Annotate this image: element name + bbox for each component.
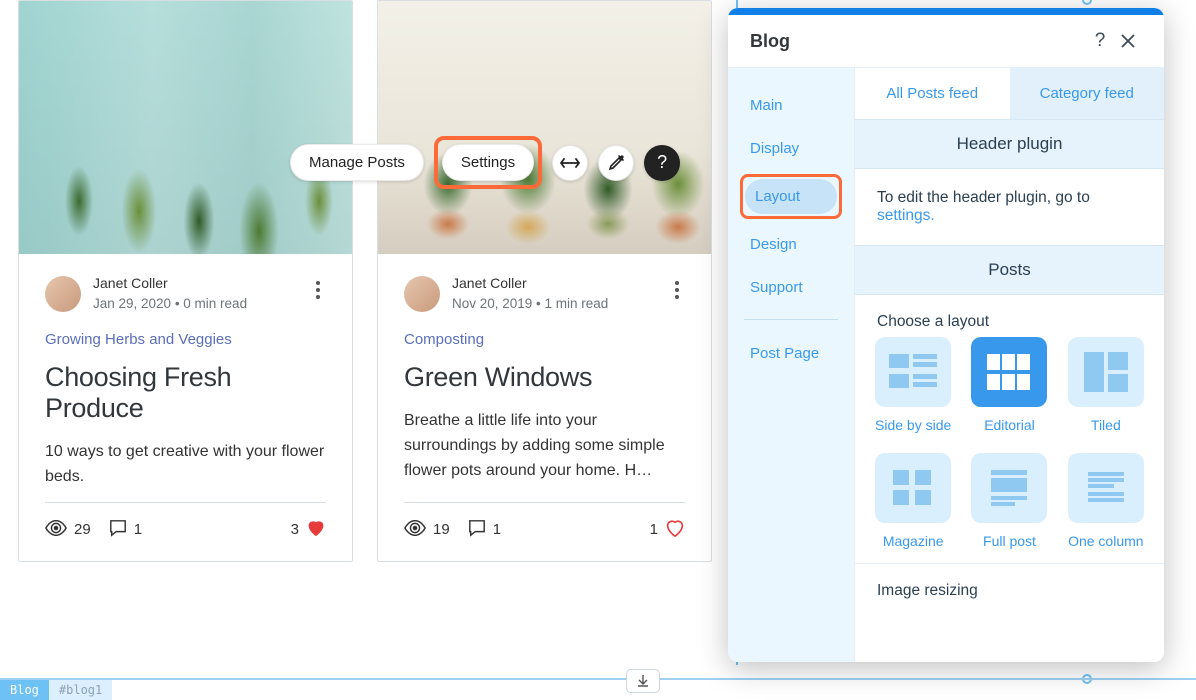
layout-label: Editorial bbox=[984, 417, 1035, 433]
likes-stat[interactable]: 3 bbox=[291, 519, 326, 541]
eye-icon bbox=[404, 520, 426, 540]
nav-divider bbox=[744, 319, 838, 320]
comment-icon bbox=[109, 519, 127, 541]
layout-tiled[interactable]: Tiled bbox=[1068, 337, 1144, 433]
settings-main: All Posts feed Category feed Header plug… bbox=[854, 68, 1164, 662]
tab-category[interactable]: Category feed bbox=[1010, 68, 1165, 119]
layout-label: Full post bbox=[983, 533, 1036, 549]
post-title[interactable]: Choosing Fresh Produce bbox=[45, 362, 326, 424]
layout-editorial[interactable]: Editorial bbox=[971, 337, 1047, 433]
post-excerpt: 10 ways to get creative with your flower… bbox=[45, 440, 326, 490]
comments-stat[interactable]: 1 bbox=[468, 519, 501, 541]
resize-handle[interactable] bbox=[1082, 0, 1092, 5]
image-resizing-label: Image resizing bbox=[855, 563, 1164, 606]
post-excerpt: Breathe a little life into your surround… bbox=[404, 409, 685, 483]
panel-drag-bar[interactable] bbox=[728, 8, 1164, 15]
avatar[interactable] bbox=[404, 276, 440, 312]
choose-layout-label: Choose a layout bbox=[855, 295, 1164, 337]
settings-sidebar: Main Display Layout Design Support Post … bbox=[728, 68, 854, 662]
likes-count: 3 bbox=[291, 521, 299, 538]
heart-icon bbox=[306, 519, 326, 541]
breadcrumb-element-id[interactable]: #blog1 bbox=[49, 680, 112, 700]
element-toolbar: Manage Posts Settings ? bbox=[290, 136, 680, 189]
post-image bbox=[19, 1, 352, 254]
nav-main[interactable]: Main bbox=[740, 88, 842, 123]
post-category[interactable]: Growing Herbs and Veggies bbox=[45, 331, 326, 348]
nav-design[interactable]: Design bbox=[740, 227, 842, 262]
settings-button[interactable]: Settings bbox=[442, 144, 534, 181]
post-card[interactable]: Janet Coller Nov 20, 2019 • 1 min read C… bbox=[377, 0, 712, 562]
views-stat: 29 bbox=[45, 520, 91, 540]
panel-close-button[interactable] bbox=[1114, 27, 1142, 55]
more-options-button[interactable] bbox=[665, 278, 689, 302]
likes-count: 1 bbox=[650, 521, 658, 538]
layout-label: One column bbox=[1068, 533, 1143, 549]
heart-icon bbox=[665, 519, 685, 541]
post-category[interactable]: Composting bbox=[404, 331, 685, 348]
author-name[interactable]: Janet Coller bbox=[93, 274, 247, 293]
views-count: 19 bbox=[433, 521, 450, 538]
layout-label: Side by side bbox=[875, 417, 951, 433]
section-header-plugin: Header plugin bbox=[855, 119, 1164, 169]
layout-side-by-side[interactable]: Side by side bbox=[875, 337, 951, 433]
post-meta: Jan 29, 2020 • 0 min read bbox=[93, 295, 247, 313]
layout-one-column[interactable]: One column bbox=[1068, 453, 1144, 549]
post-title[interactable]: Green Windows bbox=[404, 362, 685, 393]
layout-label: Magazine bbox=[883, 533, 944, 549]
blog-settings-panel: Blog ? Main Display Layout Design Suppor… bbox=[728, 8, 1164, 662]
tab-all-posts[interactable]: All Posts feed bbox=[855, 68, 1010, 119]
highlight-layout: Layout bbox=[740, 174, 842, 219]
comments-count: 1 bbox=[493, 521, 501, 538]
highlight-settings: Settings bbox=[434, 136, 542, 189]
design-icon[interactable] bbox=[598, 145, 634, 181]
comments-count: 1 bbox=[134, 521, 142, 538]
help-icon[interactable]: ? bbox=[644, 145, 680, 181]
panel-title: Blog bbox=[750, 31, 1086, 52]
layout-options: Side by side Editorial Tiled bbox=[855, 337, 1164, 563]
likes-stat[interactable]: 1 bbox=[650, 519, 685, 541]
panel-help-button[interactable]: ? bbox=[1086, 27, 1114, 55]
section-posts: Posts bbox=[855, 245, 1164, 295]
header-plugin-text: To edit the header plugin, go to bbox=[877, 189, 1090, 206]
nav-display[interactable]: Display bbox=[740, 131, 842, 166]
stretch-icon[interactable] bbox=[552, 145, 588, 181]
author-name[interactable]: Janet Coller bbox=[452, 274, 608, 293]
section-boundary-line bbox=[0, 678, 1196, 680]
comments-stat[interactable]: 1 bbox=[109, 519, 142, 541]
post-image bbox=[378, 1, 711, 254]
views-stat: 19 bbox=[404, 520, 450, 540]
comment-icon bbox=[468, 519, 486, 541]
eye-icon bbox=[45, 520, 67, 540]
section-action-button[interactable] bbox=[626, 669, 660, 693]
views-count: 29 bbox=[74, 521, 91, 538]
nav-layout[interactable]: Layout bbox=[745, 179, 837, 214]
post-meta: Nov 20, 2019 • 1 min read bbox=[452, 295, 608, 313]
avatar[interactable] bbox=[45, 276, 81, 312]
more-options-button[interactable] bbox=[306, 278, 330, 302]
manage-posts-button[interactable]: Manage Posts bbox=[290, 144, 424, 181]
blog-feed: Janet Coller Jan 29, 2020 • 0 min read G… bbox=[18, 0, 718, 562]
layout-label: Tiled bbox=[1091, 417, 1121, 433]
layout-magazine[interactable]: Magazine bbox=[875, 453, 951, 549]
header-plugin-settings-link[interactable]: settings. bbox=[877, 207, 935, 224]
layout-full-post[interactable]: Full post bbox=[971, 453, 1047, 549]
nav-support[interactable]: Support bbox=[740, 270, 842, 305]
breadcrumb-element-type[interactable]: Blog bbox=[0, 680, 49, 700]
post-card[interactable]: Janet Coller Jan 29, 2020 • 0 min read G… bbox=[18, 0, 353, 562]
nav-post-page[interactable]: Post Page bbox=[740, 336, 842, 371]
breadcrumb-strip: Blog #blog1 bbox=[0, 680, 112, 700]
